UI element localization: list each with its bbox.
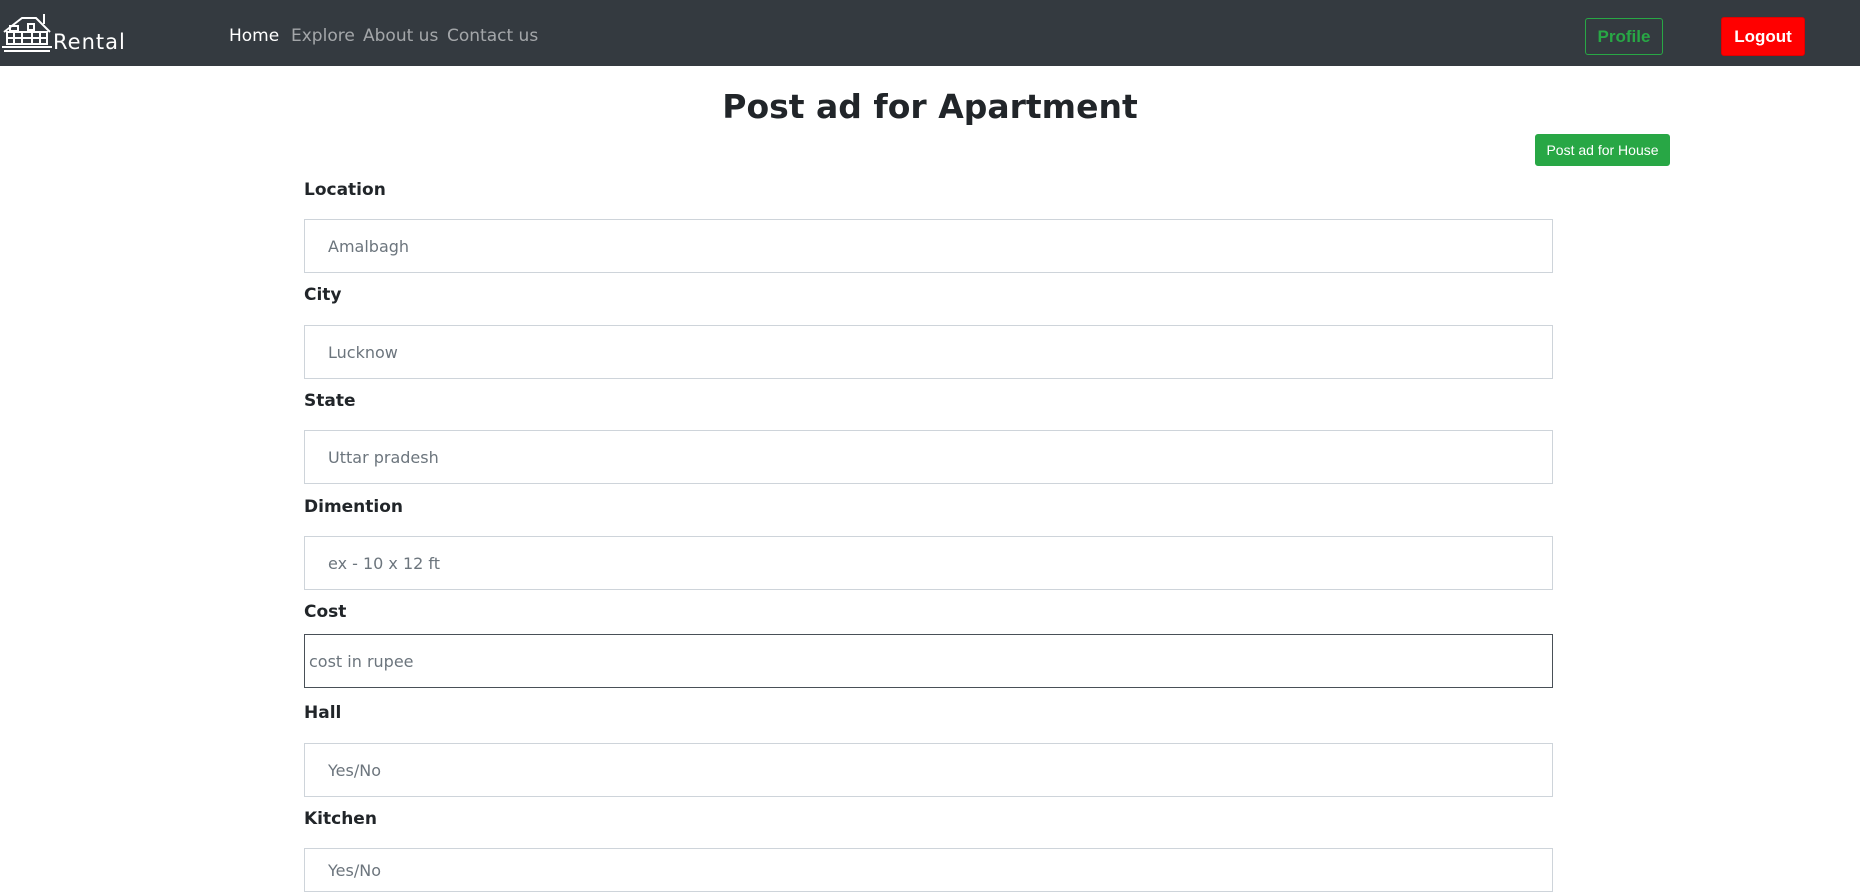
- logout-button[interactable]: Logout: [1721, 17, 1805, 56]
- dimention-label: Dimention: [304, 497, 404, 517]
- cost-input[interactable]: [304, 634, 1553, 688]
- location-input[interactable]: [304, 219, 1553, 273]
- cost-label: Cost: [304, 602, 347, 622]
- nav-link-home[interactable]: Home: [229, 24, 279, 48]
- brand-logo[interactable]: Rental: [2, 10, 126, 54]
- brand-name: Rental: [53, 30, 126, 54]
- post-ad-house-button[interactable]: Post ad for House: [1535, 134, 1670, 166]
- city-input[interactable]: [304, 325, 1553, 379]
- city-label: City: [304, 285, 342, 305]
- profile-button[interactable]: Profile: [1585, 18, 1663, 55]
- nav-link-about-us[interactable]: About us: [363, 24, 438, 48]
- location-label: Location: [304, 180, 386, 200]
- state-label: State: [304, 391, 356, 411]
- kitchen-label: Kitchen: [304, 809, 377, 829]
- state-input[interactable]: [304, 430, 1553, 484]
- page-title: Post ad for Apartment: [722, 87, 1138, 126]
- dimention-input[interactable]: [304, 536, 1553, 590]
- nav-link-contact-us[interactable]: Contact us: [447, 24, 538, 48]
- nav-link-explore[interactable]: Explore: [291, 24, 355, 48]
- hall-input[interactable]: [304, 743, 1553, 797]
- hall-label: Hall: [304, 703, 342, 723]
- kitchen-input[interactable]: [304, 848, 1553, 892]
- navbar: Rental Home Explore About us Contact us …: [0, 0, 1860, 66]
- house-icon: [2, 14, 52, 52]
